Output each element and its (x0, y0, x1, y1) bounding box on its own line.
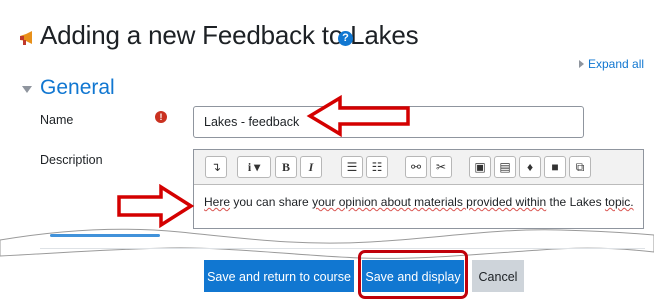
caret-right-icon (579, 60, 584, 68)
highlight-box (358, 250, 468, 299)
arrow-annotation-icon (306, 94, 410, 138)
name-label: Name (40, 113, 74, 127)
microphone-icon[interactable]: ♦ (519, 156, 541, 178)
description-editor[interactable]: ↴ i ▾ B I ☰ ☷ ⚯ ✂ ▣ ▤ ♦ ■ ⧉ Here you can… (193, 149, 644, 229)
italic-button[interactable]: I (300, 156, 322, 178)
section-title-general[interactable]: General (40, 76, 115, 100)
feedback-megaphone-icon (20, 31, 32, 45)
manage-files-icon[interactable]: ⧉ (569, 156, 591, 178)
info-icon: i (247, 160, 252, 174)
editor-toolbar: ↴ i ▾ B I ☰ ☷ ⚯ ✂ ▣ ▤ ♦ ■ ⧉ (194, 150, 643, 185)
section-divider (40, 248, 645, 249)
ordered-list-icon[interactable]: ☷ (366, 156, 388, 178)
help-icon[interactable]: ? (338, 31, 353, 46)
format-icon[interactable]: ↴ (205, 156, 227, 178)
required-icon: ! (155, 111, 167, 123)
description-text[interactable]: Here you can share your opinion about ma… (204, 195, 634, 209)
bold-button[interactable]: B (275, 156, 297, 178)
expand-all-label: Expand all (588, 57, 645, 71)
chevron-down-icon[interactable] (22, 86, 32, 93)
unlink-icon[interactable]: ✂ (430, 156, 452, 178)
save-and-return-button[interactable]: Save and return to course (204, 260, 354, 292)
hidden-section-heading (40, 234, 200, 240)
info-dropdown-button[interactable]: i ▾ (237, 156, 271, 178)
image-icon[interactable]: ▣ (469, 156, 491, 178)
unordered-list-icon[interactable]: ☰ (341, 156, 363, 178)
cancel-button[interactable]: Cancel (472, 260, 524, 292)
page-title: Adding a new Feedback to Lakes (40, 20, 419, 50)
media-icon[interactable]: ▤ (494, 156, 516, 178)
video-camera-icon[interactable]: ■ (544, 156, 566, 178)
link-icon[interactable]: ⚯ (405, 156, 427, 178)
expand-all-link[interactable]: Expand all (579, 57, 644, 71)
description-label: Description (40, 153, 103, 167)
